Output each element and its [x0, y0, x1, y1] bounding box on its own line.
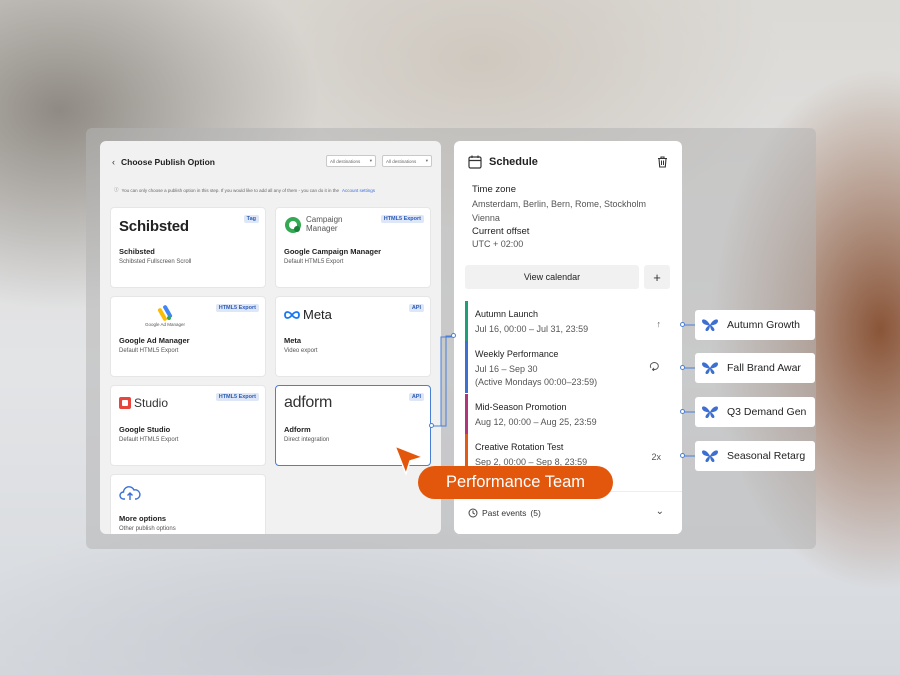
- event-color-bar: [465, 341, 468, 393]
- timezone-label: Time zone: [472, 184, 516, 195]
- event-dates: Jul 16 – Sep 30 (Active Mondays 00:00–23…: [475, 364, 598, 387]
- timezone-value: Amsterdam, Berlin, Bern, Rome, Stockholm…: [472, 199, 647, 223]
- schedule-title: Schedule: [489, 156, 538, 168]
- history-icon: [468, 508, 478, 518]
- trash-icon[interactable]: [657, 155, 668, 173]
- repeat-icon: [649, 361, 661, 373]
- connector-dot: [451, 333, 456, 338]
- event-color-bar: [465, 301, 468, 343]
- arrow-up-icon: ↑: [656, 319, 662, 329]
- event-name: Autumn Launch: [475, 309, 539, 319]
- offset-label: Current offset: [472, 226, 530, 237]
- schedule-event-mid-season-promotion[interactable]: Mid-Season Promotion Aug 12, 00:00 – Aug…: [465, 394, 675, 436]
- connector-dot: [680, 365, 685, 370]
- adform-to-schedule-line: [432, 336, 455, 427]
- team-label-pill: Performance Team: [418, 466, 613, 499]
- event-name: Mid-Season Promotion: [475, 402, 567, 412]
- butterfly-icon: [702, 319, 718, 331]
- event-dates: Aug 12, 00:00 – Aug 25, 23:59: [475, 417, 597, 427]
- event-name: Creative Rotation Test: [475, 442, 564, 452]
- event-dates: Jul 16, 00:00 – Jul 31, 23:59: [475, 324, 589, 334]
- schedule-event-autumn-launch[interactable]: Autumn Launch Jul 16, 00:00 – Jul 31, 23…: [465, 301, 675, 343]
- connector-dot: [429, 423, 434, 428]
- butterfly-icon: [702, 362, 718, 374]
- add-event-button[interactable]: +: [644, 265, 670, 289]
- connector-dot: [680, 409, 685, 414]
- campaign-tag-autumn-growth[interactable]: Autumn Growth: [695, 310, 815, 340]
- connector-dot: [680, 322, 685, 327]
- campaign-tag-q3-demand[interactable]: Q3 Demand Gen: [695, 397, 815, 427]
- event-color-bar: [465, 394, 468, 436]
- butterfly-icon: [702, 406, 718, 418]
- view-calendar-button[interactable]: View calendar: [465, 265, 639, 289]
- offset-value: UTC + 02:00: [472, 239, 524, 249]
- calendar-icon: [468, 155, 482, 169]
- butterfly-icon: [702, 450, 718, 462]
- past-events-label: Past events: [482, 508, 527, 518]
- past-events-count: (5): [530, 508, 541, 518]
- campaign-tag-fall-brand[interactable]: Fall Brand Awar: [695, 353, 815, 383]
- chevron-down-icon: ⌄: [655, 506, 664, 517]
- connector-dot: [680, 453, 685, 458]
- schedule-header: Schedule: [468, 155, 538, 169]
- schedule-event-weekly-performance[interactable]: Weekly Performance Jul 16 – Sep 30 (Acti…: [465, 341, 675, 393]
- campaign-tag-seasonal-retarg[interactable]: Seasonal Retarg: [695, 441, 815, 471]
- event-name: Weekly Performance: [475, 349, 559, 359]
- repeat-count-label: 2x: [651, 452, 661, 462]
